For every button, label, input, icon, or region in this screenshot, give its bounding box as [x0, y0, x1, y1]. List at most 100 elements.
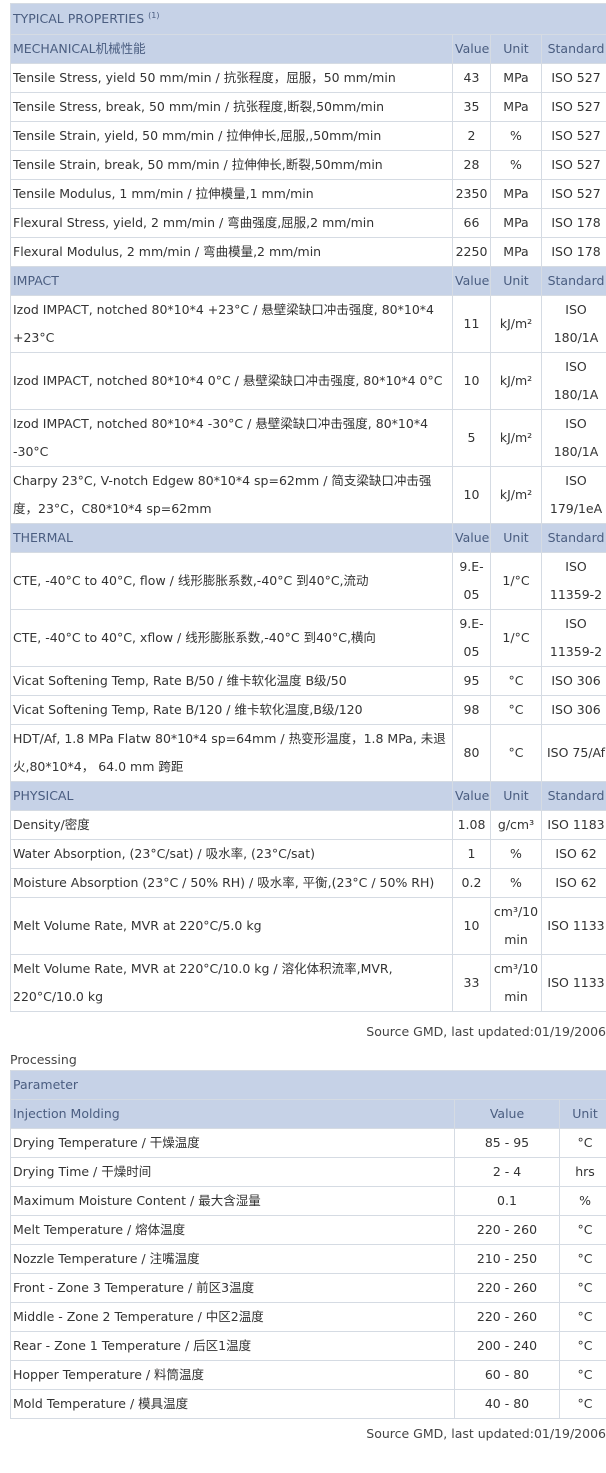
- unit-header: Unit: [490, 34, 542, 64]
- parameter-unit: hrs: [558, 1157, 606, 1187]
- property-name: HDT/Af, 1.8 MPa Flatw 80*10*4 sp=64mm / …: [10, 724, 453, 782]
- property-value: 5: [452, 409, 491, 467]
- property-name: Water Absorption, (23°C/sat) / 吸水率, (23°…: [10, 839, 453, 869]
- value-header: Value: [452, 781, 491, 811]
- content: TYPICAL PROPERTIES (1) MECHANICAL机械性能 Val…: [9, 3, 606, 1441]
- parameter-name: Front - Zone 3 Temperature / 前区3温度: [10, 1273, 455, 1303]
- property-standard: ISO 180/1A: [540, 352, 606, 410]
- property-unit: 1/°C: [490, 609, 542, 667]
- processing-row: Hopper Temperature / 料筒温度 60 - 80 °C: [10, 1360, 606, 1390]
- property-row: Flexural Stress, yield, 2 mm/min / 弯曲强度,…: [10, 208, 606, 238]
- property-value: 9.E-05: [452, 552, 491, 610]
- property-row: Tensile Strain, yield, 50 mm/min / 拉伸伸长,…: [10, 121, 606, 151]
- section-header: MECHANICAL机械性能 Value Unit Standard: [10, 34, 606, 64]
- property-value: 43: [452, 63, 491, 93]
- property-row: HDT/Af, 1.8 MPa Flatw 80*10*4 sp=64mm / …: [10, 724, 606, 782]
- property-unit: cm³/10 min: [490, 954, 542, 1012]
- parameter-value: 200 - 240: [454, 1331, 560, 1361]
- property-standard: ISO 11359-2: [540, 609, 606, 667]
- parameter-value: 220 - 260: [454, 1273, 560, 1303]
- properties-title: TYPICAL PROPERTIES (1): [9, 3, 606, 35]
- processing-source: Source GMD, last updated:01/19/2006: [366, 1426, 606, 1441]
- parameter-unit: °C: [558, 1302, 606, 1332]
- section-name: THERMAL: [10, 523, 453, 553]
- parameter-unit: °C: [558, 1273, 606, 1303]
- property-value: 66: [452, 208, 491, 238]
- property-standard: ISO 1133: [540, 954, 606, 1012]
- parameter-unit: %: [558, 1186, 606, 1216]
- property-name: Tensile Stress, yield 50 mm/min / 抗张程度，屈…: [10, 63, 453, 93]
- property-value: 2: [452, 121, 491, 151]
- property-name: Tensile Modulus, 1 mm/min / 拉伸模量,1 mm/mi…: [10, 179, 453, 209]
- property-name: Tensile Strain, yield, 50 mm/min / 拉伸伸长,…: [10, 121, 453, 151]
- property-value: 2250: [452, 237, 491, 267]
- property-name: Flexural Stress, yield, 2 mm/min / 弯曲强度,…: [10, 208, 453, 238]
- property-row: Tensile Stress, yield 50 mm/min / 抗张程度，屈…: [10, 63, 606, 93]
- property-unit: kJ/m²: [490, 352, 542, 410]
- property-value: 35: [452, 92, 491, 122]
- property-row: CTE, -40°C to 40°C, xflow / 线形膨胀系数,-40°C…: [10, 609, 606, 667]
- property-unit: %: [490, 150, 542, 180]
- property-unit: kJ/m²: [490, 409, 542, 467]
- property-unit: MPa: [490, 237, 542, 267]
- parameter-header: Parameter: [9, 1070, 606, 1100]
- property-name: Moisture Absorption (23°C / 50% RH) / 吸水…: [10, 868, 453, 898]
- standard-header: Standard: [540, 523, 606, 553]
- property-row: Melt Volume Rate, MVR at 220°C/10.0 kg /…: [10, 954, 606, 1012]
- processing-row: Middle - Zone 2 Temperature / 中区2温度 220 -…: [10, 1302, 606, 1332]
- property-unit: MPa: [490, 208, 542, 238]
- property-value: 10: [452, 466, 491, 524]
- standard-header: Standard: [540, 34, 606, 64]
- property-value: 98: [452, 695, 491, 725]
- property-row: Tensile Strain, break, 50 mm/min / 拉伸伸长,…: [10, 150, 606, 180]
- property-standard: ISO 306: [540, 695, 606, 725]
- property-row: Vicat Softening Temp, Rate B/50 / 维卡软化温度…: [10, 666, 606, 696]
- property-row: Izod IMPACT, notched 80*10*4 0°C / 悬壁梁缺口…: [10, 352, 606, 410]
- parameter-value: 210 - 250: [454, 1244, 560, 1274]
- property-name: Tensile Stress, break, 50 mm/min / 抗张程度,…: [10, 92, 453, 122]
- parameter-name: Nozzle Temperature / 注嘴温度: [10, 1244, 455, 1274]
- property-row: Density/密度 1.08 g/cm³ ISO 1183: [10, 810, 606, 840]
- parameter-name: Drying Time / 干燥时间: [10, 1157, 455, 1187]
- unit-header: Unit: [490, 781, 542, 811]
- property-standard: ISO 527: [540, 92, 606, 122]
- property-name: CTE, -40°C to 40°C, xflow / 线形膨胀系数,-40°C…: [10, 609, 453, 667]
- property-row: Charpy 23°C, V-notch Edgew 80*10*4 sp=62…: [10, 466, 606, 524]
- processing-row: Nozzle Temperature / 注嘴温度 210 - 250 °C: [10, 1244, 606, 1274]
- section-name: PHYSICAL: [10, 781, 453, 811]
- processing-value-header: Value: [454, 1099, 560, 1129]
- property-unit: cm³/10 min: [490, 897, 542, 955]
- typical-properties-table: TYPICAL PROPERTIES (1) MECHANICAL机械性能 Val…: [9, 3, 606, 1012]
- property-unit: °C: [490, 724, 542, 782]
- parameter-unit: °C: [558, 1389, 606, 1419]
- property-row: CTE, -40°C to 40°C, flow / 线形膨胀系数,-40°C …: [10, 552, 606, 610]
- parameter-value: 60 - 80: [454, 1360, 560, 1390]
- parameter-value: 85 - 95: [454, 1128, 560, 1158]
- property-unit: MPa: [490, 63, 542, 93]
- processing-row: Melt Temperature / 熔体温度 220 - 260 °C: [10, 1215, 606, 1245]
- property-row: Tensile Modulus, 1 mm/min / 拉伸模量,1 mm/mi…: [10, 179, 606, 209]
- property-standard: ISO 62: [540, 868, 606, 898]
- property-name: Flexural Modulus, 2 mm/min / 弯曲模量,2 mm/m…: [10, 237, 453, 267]
- property-standard: ISO 178: [540, 237, 606, 267]
- properties-title-footnote: (1): [148, 10, 160, 20]
- property-value: 9.E-05: [452, 609, 491, 667]
- standard-header: Standard: [540, 781, 606, 811]
- processing-row: Maximum Moisture Content / 最大含湿量 0.1%: [10, 1186, 606, 1216]
- property-row: Izod IMPACT, notched 80*10*4 -30°C / 悬壁梁…: [10, 409, 606, 467]
- property-standard: ISO 527: [540, 179, 606, 209]
- property-unit: %: [490, 839, 542, 869]
- processing-unit-header: Unit: [558, 1099, 606, 1129]
- parameter-name: Drying Temperature / 干燥温度: [10, 1128, 455, 1158]
- property-standard: ISO 527: [540, 63, 606, 93]
- property-unit: %: [490, 121, 542, 151]
- property-value: 95: [452, 666, 491, 696]
- parameter-name: Maximum Moisture Content / 最大含湿量: [10, 1186, 455, 1216]
- processing-row: Rear - Zone 1 Temperature / 后区1温度 200 - 2…: [10, 1331, 606, 1361]
- property-standard: ISO 180/1A: [540, 295, 606, 353]
- value-header: Value: [452, 523, 491, 553]
- unit-header: Unit: [490, 523, 542, 553]
- property-name: Density/密度: [10, 810, 453, 840]
- property-value: 2350: [452, 179, 491, 209]
- property-row: Moisture Absorption (23°C / 50% RH) / 吸水…: [10, 868, 606, 898]
